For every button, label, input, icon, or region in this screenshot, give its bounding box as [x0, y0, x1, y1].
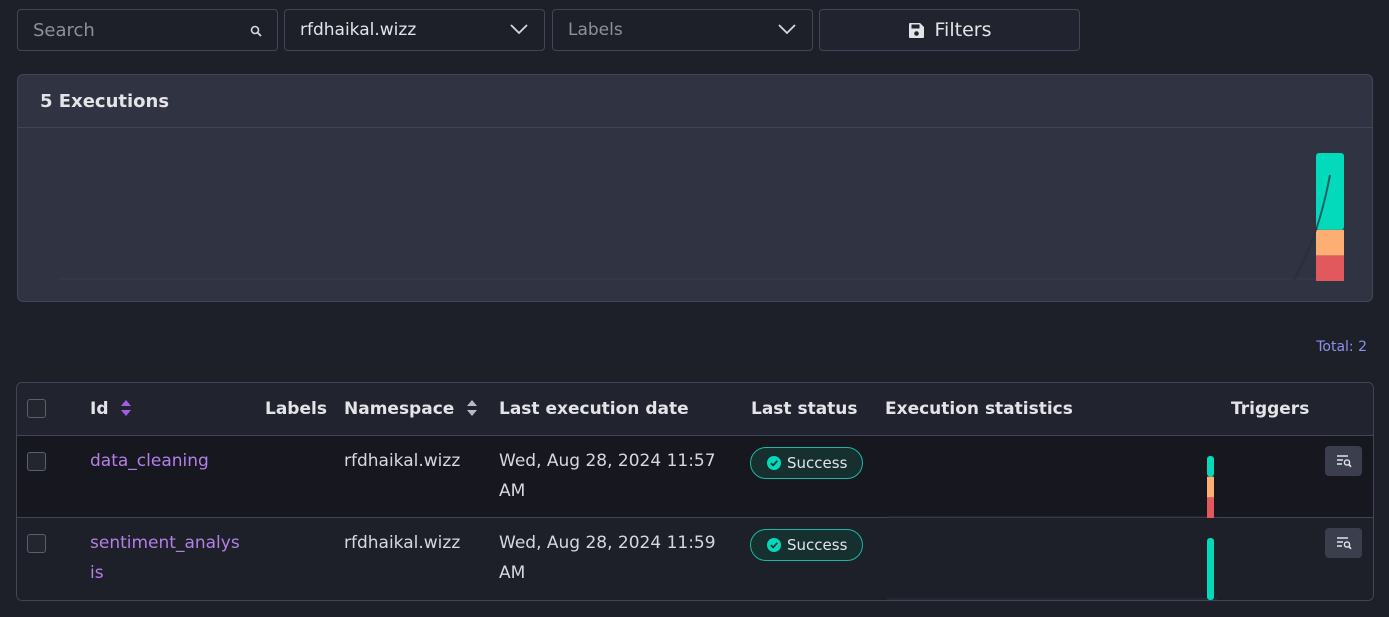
date-line-2: AM	[499, 481, 526, 501]
table-row: sentiment_analys is rfdhaikal.wizz Wed, …	[17, 518, 1373, 600]
executions-bar-chart	[58, 153, 1344, 282]
search-icon	[250, 25, 262, 37]
column-header-namespace[interactable]: Namespace	[344, 399, 478, 419]
executions-chart-card: 5 Executions	[17, 74, 1373, 302]
triggers-search-button[interactable]	[1325, 528, 1362, 558]
filters-button[interactable]: Filters	[819, 9, 1080, 51]
namespace-select-value: rfdhaikal.wizz	[300, 20, 417, 40]
column-header-last-execution-date: Last execution date	[499, 399, 689, 419]
column-header-labels: Labels	[265, 399, 327, 419]
column-header-triggers: Triggers	[1231, 399, 1310, 419]
table-row: data_cleaning rfdhaikal.wizz Wed, Aug 28…	[17, 436, 1373, 518]
namespace-select[interactable]: rfdhaikal.wizz	[284, 9, 545, 51]
status-badge[interactable]: Success	[750, 529, 863, 561]
filters-button-label: Filters	[934, 19, 992, 41]
namespace-cell: rfdhaikal.wizz	[344, 533, 461, 553]
chevron-down-icon	[510, 24, 528, 35]
column-header-execution-statistics: Execution statistics	[885, 399, 1073, 419]
flow-id-link[interactable]: data_cleaning	[90, 446, 209, 476]
table-header: Id Labels Namespace Last execution date …	[17, 383, 1373, 436]
flow-id-line-1: sentiment_analys	[90, 533, 240, 553]
flows-table: Id Labels Namespace Last execution date …	[16, 382, 1374, 601]
status-badge[interactable]: Success	[750, 447, 863, 479]
date-line-2: AM	[499, 563, 526, 583]
execution-statistics-chart	[887, 538, 1217, 600]
chart-bar-segment	[1316, 255, 1344, 281]
chevron-down-icon	[778, 24, 796, 35]
sort-icon	[121, 400, 132, 416]
labels-placeholder: Labels	[568, 20, 623, 40]
last-execution-date-cell: Wed, Aug 28, 2024 11:59 AM	[499, 528, 716, 588]
sort-icon	[467, 400, 478, 416]
sparkline-segment	[1207, 476, 1214, 498]
sparkline-segment	[1207, 497, 1214, 518]
executions-count-title: 5 Executions	[18, 75, 1372, 128]
list-search-icon	[1336, 455, 1352, 468]
column-header-id-label: Id	[90, 399, 109, 419]
search-placeholder: Search	[33, 19, 95, 41]
namespace-cell: rfdhaikal.wizz	[344, 451, 461, 471]
row-checkbox[interactable]	[27, 452, 46, 471]
sparkline-segment	[1207, 456, 1214, 477]
triggers-search-button[interactable]	[1325, 446, 1362, 476]
status-label: Success	[787, 536, 848, 554]
labels-select[interactable]: Labels	[552, 9, 813, 51]
save-icon	[908, 22, 924, 38]
chart-bar-segment	[1316, 229, 1344, 256]
date-line-1: Wed, Aug 28, 2024 11:59	[499, 533, 716, 553]
select-all-checkbox[interactable]	[27, 399, 46, 418]
list-search-icon	[1336, 537, 1352, 550]
execution-statistics-chart	[887, 456, 1217, 518]
column-header-id[interactable]: Id	[90, 399, 132, 419]
check-circle-icon	[767, 456, 781, 470]
flow-id-line-2: is	[90, 563, 104, 583]
check-circle-icon	[767, 538, 781, 552]
row-checkbox[interactable]	[27, 534, 46, 553]
column-header-last-status: Last status	[751, 399, 858, 419]
total-count: Total: 2	[1316, 339, 1367, 355]
column-header-namespace-label: Namespace	[344, 399, 455, 419]
date-line-1: Wed, Aug 28, 2024 11:57	[499, 451, 716, 471]
last-execution-date-cell: Wed, Aug 28, 2024 11:57 AM	[499, 446, 716, 506]
flow-id-line-1: data_cleaning	[90, 451, 209, 471]
flow-id-link[interactable]: sentiment_analys is	[90, 528, 240, 588]
sparkline-segment	[1207, 538, 1214, 600]
status-label: Success	[787, 454, 848, 472]
search-input[interactable]: Search	[17, 9, 278, 51]
